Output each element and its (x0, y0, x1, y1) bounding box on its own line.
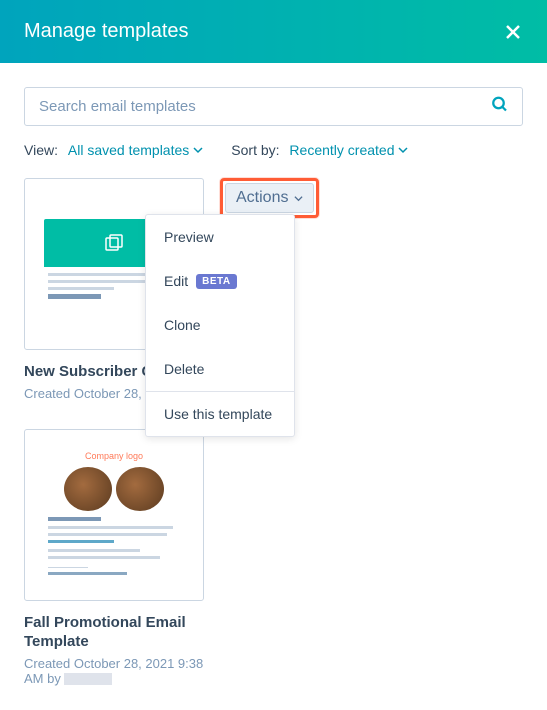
chevron-down-icon (193, 145, 203, 155)
sort-filter: Sort by: Recently created (231, 142, 408, 158)
beta-badge: BETA (196, 274, 236, 289)
actions-label: Actions (236, 189, 288, 207)
search-container (24, 87, 523, 126)
menu-use-template[interactable]: Use this template (146, 392, 294, 436)
modal-content: View: All saved templates Sort by: Recen… (0, 63, 547, 710)
menu-clone[interactable]: Clone (146, 303, 294, 347)
close-button[interactable] (503, 22, 523, 42)
search-input[interactable] (24, 87, 523, 126)
filter-controls: View: All saved templates Sort by: Recen… (24, 142, 523, 158)
view-dropdown[interactable]: All saved templates (68, 142, 203, 158)
menu-preview[interactable]: Preview (146, 215, 294, 259)
actions-highlight: Actions (220, 178, 319, 218)
modal-title: Manage templates (24, 20, 189, 43)
actions-menu: Preview Edit BETA Clone Delete Use this … (145, 214, 295, 437)
close-icon (503, 22, 523, 42)
template-card[interactable]: Company logo Fall Promotion (24, 429, 204, 686)
menu-edit[interactable]: Edit BETA (146, 259, 294, 303)
chevron-down-icon (294, 194, 303, 203)
template-thumbnail: Company logo (24, 429, 204, 601)
modal-header: Manage templates (0, 0, 547, 63)
template-icon (102, 231, 126, 255)
search-icon[interactable] (491, 95, 509, 118)
sort-label: Sort by: (231, 142, 279, 158)
actions-button[interactable]: Actions (225, 183, 314, 213)
sort-dropdown[interactable]: Recently created (289, 142, 408, 158)
templates-row: New Subscriber Co Created October 28, 2 … (24, 178, 523, 401)
view-label: View: (24, 142, 58, 158)
view-filter: View: All saved templates (24, 142, 203, 158)
menu-delete[interactable]: Delete (146, 347, 294, 391)
actions-container: Actions Preview Edit BETA Clone Delete U… (220, 178, 319, 218)
template-meta: Created October 28, 2021 9:38 AM by (24, 656, 204, 686)
thumbnail-image (44, 467, 184, 511)
chevron-down-icon (398, 145, 408, 155)
view-selected: All saved templates (68, 142, 189, 158)
template-title: Fall Promotional Email Template (24, 613, 204, 652)
company-logo-text: Company logo (44, 451, 184, 461)
sort-selected: Recently created (289, 142, 394, 158)
